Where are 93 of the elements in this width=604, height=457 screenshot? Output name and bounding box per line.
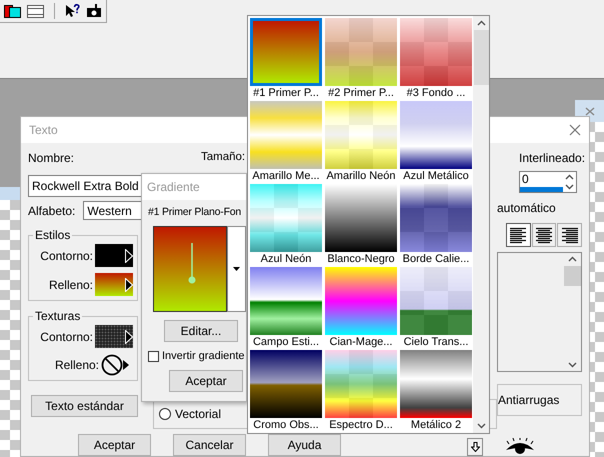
gradient-label: #1 Primer P...: [253, 86, 319, 101]
checkbox-label: Invertir gradiente: [162, 350, 245, 362]
gradient-tile[interactable]: [325, 184, 397, 252]
gradient-tile[interactable]: [250, 184, 322, 252]
spin-up-icon[interactable]: [565, 174, 574, 180]
gradient-label: Cielo Trans...: [404, 335, 468, 350]
dropdown-button[interactable]: [226, 226, 246, 312]
triangle-icon[interactable]: [125, 278, 133, 292]
eye-icon[interactable]: [505, 438, 535, 456]
field-label: Alfabeto:: [28, 204, 76, 218]
gradient-tile[interactable]: [400, 267, 472, 335]
caret-icon: [232, 267, 240, 271]
gradient-name: #1 Primer Plano-Fon: [148, 206, 242, 218]
scroll-up-icon[interactable]: [476, 20, 486, 26]
gradient-label: Amarillo Neón: [326, 169, 396, 184]
canvas-title-bar: [0, 187, 20, 200]
gradient-label: Espectro D...: [329, 418, 393, 433]
gradient-label: Azul Neón: [260, 252, 312, 267]
dialog-button[interactable]: Aceptar: [78, 434, 151, 456]
dialog-button[interactable]: Cancelar: [173, 434, 246, 456]
scroll-down-icon[interactable]: [568, 362, 577, 368]
window-title: Gradiente: [147, 180, 200, 194]
gradient-label: Amarillo Me...: [252, 169, 320, 184]
list-box[interactable]: [497, 252, 582, 372]
gradient-label: Metálico 2: [410, 418, 462, 433]
close-icon[interactable]: [569, 124, 581, 136]
gradient-tile[interactable]: [325, 18, 397, 86]
line-spacing-field[interactable]: 0: [519, 171, 577, 193]
gradient-tile[interactable]: [325, 267, 397, 335]
gradient-tile[interactable]: [400, 350, 472, 418]
scrollbar-thumb[interactable]: [564, 266, 581, 286]
alignment-button[interactable]: [506, 223, 531, 247]
gradient-tile[interactable]: [400, 184, 472, 252]
gradient-tile[interactable]: [250, 18, 322, 86]
gradient-preview[interactable]: [153, 226, 227, 312]
spin-down-icon[interactable]: [565, 184, 574, 190]
ok-button[interactable]: Aceptar: [169, 370, 243, 392]
scrollbar-thumb[interactable]: [474, 30, 488, 85]
text-align-icon: [534, 226, 554, 244]
checkbox-label: Antiarrugas: [498, 393, 560, 407]
gradient-tile[interactable]: [325, 350, 397, 418]
gradient-label: #2 Primer P...: [328, 86, 394, 101]
help-pointer-icon[interactable]: [65, 4, 80, 18]
triangle-icon[interactable]: [123, 360, 129, 370]
radio-label: Vectorial: [175, 407, 222, 421]
alignment-button[interactable]: [557, 223, 582, 247]
field-label: Contorno:: [40, 330, 93, 344]
text-align-icon: [560, 226, 580, 244]
field-label: Relleno:: [48, 278, 93, 292]
dialog-button[interactable]: Ayuda: [268, 434, 341, 456]
group-title: Estilos: [34, 228, 72, 242]
gradient-label: Cian-Mage...: [330, 335, 392, 350]
field-label: Relleno:: [54, 358, 99, 372]
standard-text-button[interactable]: Texto estándar: [31, 395, 138, 417]
field-label: Interlineado:: [518, 151, 582, 167]
scroll-down-icon[interactable]: [476, 423, 486, 429]
group-title: Texturas: [34, 309, 82, 323]
panels-icon[interactable]: [4, 4, 21, 18]
gradient-label: Cromo Obs...: [253, 418, 319, 433]
gradient-handle-icon[interactable]: [188, 243, 196, 285]
radio-button[interactable]: [159, 408, 171, 420]
scroll-up-icon[interactable]: [568, 256, 577, 262]
gradient-label: Campo Esti...: [252, 335, 320, 350]
field-label: Contorno:: [40, 248, 93, 262]
gradient-label: #3 Fondo ...: [406, 86, 466, 101]
color-swatch[interactable]: [95, 244, 133, 267]
triangle-icon[interactable]: [125, 330, 133, 344]
gradient-label: Borde Calie...: [402, 252, 470, 267]
gradient-label: Azul Metálico: [403, 169, 469, 184]
gradient-tile[interactable]: [250, 350, 322, 418]
alignment-button[interactable]: [532, 223, 556, 247]
checkbox[interactable]: [148, 350, 159, 362]
checkbox-label: automático: [497, 201, 557, 215]
triangle-icon[interactable]: [125, 248, 133, 262]
down-arrow-icon: [470, 442, 480, 452]
down-arrow-button[interactable]: [467, 438, 483, 456]
gradient-label: Blanco-Negro: [327, 252, 395, 267]
texture-swatch[interactable]: [95, 325, 133, 348]
prohibited-icon[interactable]: [101, 354, 123, 376]
text-align-icon: [508, 226, 528, 244]
gradient-tile[interactable]: [400, 18, 472, 86]
edit-button[interactable]: Editar...: [164, 320, 238, 342]
gradient-swatch[interactable]: [95, 273, 133, 296]
field-label: Tamaño:: [201, 151, 246, 165]
gradient-tile[interactable]: [250, 267, 322, 335]
camera-icon[interactable]: [86, 4, 102, 18]
close-icon[interactable]: [585, 106, 595, 116]
window-title: Texto: [29, 123, 58, 137]
gradient-tile[interactable]: [250, 101, 322, 169]
field-label: Nombre:: [28, 151, 76, 167]
gradient-tile[interactable]: [400, 101, 472, 169]
window-icon[interactable]: [27, 4, 44, 18]
gradient-tile[interactable]: [325, 101, 397, 169]
